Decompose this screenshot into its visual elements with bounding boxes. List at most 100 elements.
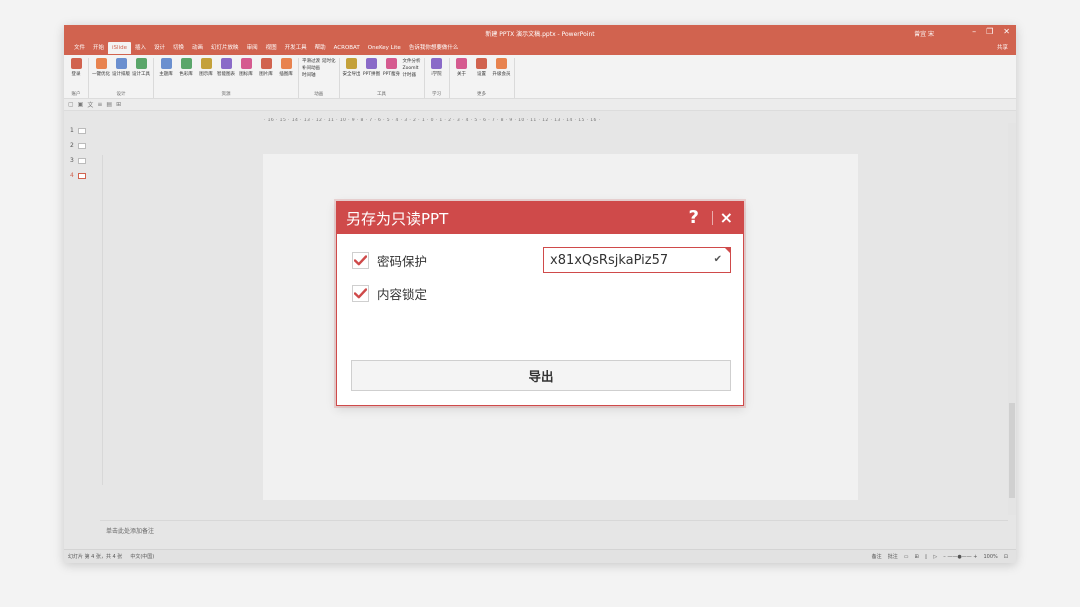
- illustration-icon: [280, 58, 292, 69]
- slide-thumbnail[interactable]: 3: [64, 153, 98, 168]
- menu-tab[interactable]: 文件: [70, 42, 89, 54]
- ribbon-group: 关于 设置 升级会员更多: [450, 58, 515, 98]
- format-icon[interactable]: ▤: [106, 101, 112, 108]
- password-input[interactable]: [550, 252, 710, 268]
- close-icon[interactable]: ×: [720, 208, 733, 227]
- slideshow-icon[interactable]: ▷: [933, 554, 937, 560]
- slide-info: 幻灯片 第 4 张，共 4 张: [68, 554, 123, 560]
- menu-tab[interactable]: 帮助: [311, 42, 330, 54]
- select-icon[interactable]: ▢: [68, 101, 74, 108]
- about-icon: [456, 58, 467, 69]
- ribbon-button[interactable]: 设计工具: [132, 58, 150, 77]
- distribute-icon[interactable]: ⊞: [116, 101, 121, 108]
- slide-preview: [77, 157, 86, 164]
- notes-button[interactable]: 备注: [872, 553, 882, 560]
- vertical-scrollbar[interactable]: [1008, 123, 1016, 515]
- ribbon-small-item[interactable]: ZoomIt: [403, 65, 421, 72]
- ribbon-button-label: 主题库: [159, 72, 173, 77]
- text-icon[interactable]: 文: [87, 100, 93, 109]
- reading-view-icon[interactable]: ▯: [925, 554, 928, 560]
- ribbon-button-label: 一键优化: [92, 72, 110, 77]
- content-lock-row[interactable]: 内容锁定: [352, 284, 427, 303]
- align-icon[interactable]: ≡: [97, 101, 102, 108]
- ribbon-small-item[interactable]: 文件分析: [403, 58, 421, 65]
- zoom-level[interactable]: 100%: [984, 554, 998, 560]
- menu-tab[interactable]: 开发工具: [281, 42, 311, 54]
- ribbon-button[interactable]: 图标库: [237, 58, 255, 77]
- ribbon-small-item[interactable]: 计时器: [403, 72, 421, 79]
- slide-thumbnail[interactable]: 1: [64, 123, 98, 138]
- scrollbar-thumb[interactable]: [1009, 403, 1015, 498]
- minimize-icon[interactable]: –: [972, 27, 976, 36]
- slide-number: 1: [70, 127, 74, 134]
- ribbon-button[interactable]: 设置: [473, 58, 491, 77]
- ribbon-button[interactable]: 主题库: [157, 58, 175, 77]
- menu-tab[interactable]: OneKey Lite: [364, 42, 405, 54]
- zoom-slider[interactable]: – ——●—— +: [943, 554, 977, 560]
- menu-tab[interactable]: iSlide: [108, 42, 131, 54]
- password-protect-checkbox[interactable]: [352, 252, 369, 269]
- ribbon-group-name: 更多: [477, 92, 486, 97]
- learn-icon: [431, 58, 442, 69]
- ribbon-button[interactable]: 色彩库: [177, 58, 195, 77]
- ribbon-button[interactable]: 智能图表: [217, 58, 235, 77]
- help-icon[interactable]: ?: [689, 207, 699, 228]
- ribbon-button[interactable]: PPT瘦身: [383, 58, 401, 79]
- ribbon-button[interactable]: i学院: [428, 58, 446, 77]
- optimize-icon: [95, 58, 107, 69]
- ribbon-button[interactable]: 一键优化: [92, 58, 110, 77]
- password-field[interactable]: ✔: [543, 247, 731, 273]
- content-lock-label: 内容锁定: [377, 287, 428, 302]
- ribbon-button[interactable]: 插图库: [277, 58, 295, 77]
- ribbon-button-label: 插图库: [279, 72, 293, 77]
- password-protect-row[interactable]: 密码保护: [352, 251, 427, 270]
- ribbon-group: i学院 学习: [425, 58, 450, 98]
- ribbon-small-item[interactable]: 时间轴: [302, 72, 320, 79]
- export-button[interactable]: 导出: [351, 360, 731, 391]
- menu-tab[interactable]: 幻灯片放映: [207, 42, 243, 54]
- ribbon-group: 安全导出 PPT拼图 PPT瘦身 文件分析 ZoomIt 计时器 工具: [340, 58, 425, 98]
- notes-pane[interactable]: 单击此处添加备注: [100, 520, 1008, 547]
- normal-view-icon[interactable]: ▭: [904, 554, 909, 560]
- ribbon-button-label: i学院: [431, 72, 442, 77]
- menu-tab[interactable]: 设计: [150, 42, 169, 54]
- ribbon-button[interactable]: 图示库: [197, 58, 215, 77]
- ribbon-button[interactable]: 关于: [453, 58, 471, 77]
- status-bar: 幻灯片 第 4 张，共 4 张 中文(中国) 备注 批注 ▭ ⊞ ▯ ▷ – —…: [64, 549, 1016, 563]
- ribbon-button-label: 登录: [71, 72, 81, 77]
- ribbon-button-label: 设计工具: [132, 72, 150, 77]
- close-window-icon[interactable]: ✕: [1003, 27, 1010, 36]
- fit-slide-icon[interactable]: ⊡: [1004, 554, 1008, 560]
- ribbon-small-item[interactable]: 平滑过渡: [302, 58, 320, 65]
- ribbon-button[interactable]: PPT拼图: [363, 58, 381, 79]
- ribbon-button[interactable]: 图片库: [257, 58, 275, 77]
- ribbon-button[interactable]: 登录: [67, 58, 85, 77]
- slide-thumbnail[interactable]: 2: [64, 138, 98, 153]
- header-divider: [712, 211, 713, 225]
- menu-tab[interactable]: 视图: [262, 42, 281, 54]
- window-title: 新建 PPTX 演示文稿.pptx - PowerPoint: [485, 30, 595, 38]
- ribbon: 登录 账户 一键优化 设计排版 设计工具 设计 主题库 色彩库 图示库 智能图表 图标库 图片库 插图库…: [64, 55, 1016, 99]
- ribbon-button[interactable]: 安全导出: [343, 58, 361, 79]
- restore-icon[interactable]: ❐: [986, 27, 993, 36]
- ribbon-button[interactable]: 设计排版: [112, 58, 130, 77]
- ribbon-small-item[interactable]: 延时化: [322, 58, 336, 65]
- menu-tab[interactable]: ACROBAT: [330, 42, 364, 54]
- share-button[interactable]: 共享: [993, 42, 1016, 54]
- group-icon[interactable]: ▣: [78, 101, 84, 108]
- ribbon-button[interactable]: 升级会员: [493, 58, 511, 77]
- tell-me-search[interactable]: 告诉我你想要做什么: [405, 42, 463, 54]
- comments-button[interactable]: 批注: [888, 553, 898, 560]
- user-name[interactable]: 曾宜 宋: [914, 29, 934, 38]
- slide-thumbnail[interactable]: 4: [64, 168, 98, 183]
- check-icon: ✔: [713, 254, 722, 265]
- menu-tab[interactable]: 审阅: [243, 42, 262, 54]
- menu-tab[interactable]: 动画: [188, 42, 207, 54]
- ribbon-small-item[interactable]: 补间动画: [302, 65, 320, 72]
- content-lock-checkbox[interactable]: [352, 285, 369, 302]
- menu-tab[interactable]: 开始: [89, 42, 108, 54]
- language-indicator[interactable]: 中文(中国): [130, 553, 154, 560]
- menu-tab[interactable]: 切换: [169, 42, 188, 54]
- sorter-view-icon[interactable]: ⊞: [914, 554, 918, 560]
- menu-tab[interactable]: 插入: [131, 42, 150, 54]
